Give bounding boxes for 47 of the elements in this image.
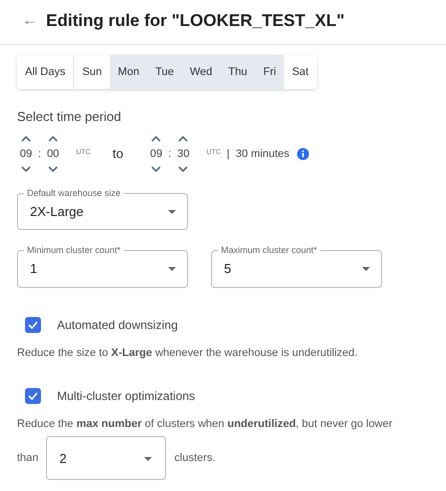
day-toggle[interactable]: Tue (147, 54, 182, 89)
text-label: than (17, 450, 38, 466)
to-label: to (112, 144, 124, 163)
description-text: Reduce the size to X-Large whenever the warehouse is underutilized. (17, 346, 358, 360)
dropdown-caret-icon (361, 266, 371, 272)
decrement-icon[interactable] (177, 164, 190, 172)
min-clusters-select[interactable]: 2 (46, 436, 166, 480)
dropdown-caret-icon (143, 456, 154, 462)
decrement-icon[interactable] (20, 164, 32, 172)
checkmark-icon (28, 392, 38, 400)
day-toggle[interactable]: Fri (255, 54, 284, 89)
decrement-icon[interactable] (47, 164, 60, 172)
checkbox[interactable] (25, 316, 41, 332)
info-icon[interactable] (297, 148, 310, 160)
increment-icon[interactable] (20, 134, 32, 142)
duration-label: 30 minutes (236, 146, 290, 162)
back-button[interactable]: ← (22, 8, 38, 33)
text-label: clusters. (174, 450, 216, 466)
cluster-count-select[interactable]: Minimum cluster count* 1 (17, 246, 188, 288)
day-toggle[interactable]: All Days (17, 54, 74, 89)
option-label: Multi-cluster optimizations (57, 388, 196, 405)
page-title: Editing rule for "LOOKER_TEST_XL" (46, 10, 345, 32)
hour-value[interactable]: 09 (20, 142, 32, 164)
option-label: Automated downsizing (57, 316, 178, 334)
checkbox[interactable] (25, 388, 41, 404)
increment-icon[interactable] (47, 134, 60, 142)
cluster-count-select[interactable]: Maximum cluster count* 5 (211, 246, 382, 288)
minute-value[interactable]: 00 (46, 142, 60, 164)
checkmark-icon (28, 320, 38, 328)
dropdown-caret-icon (167, 266, 177, 272)
hour-value[interactable]: 09 (150, 142, 162, 164)
minute-value[interactable]: 30 (177, 142, 190, 164)
divider-label: | (226, 146, 230, 162)
time-separator: : (168, 146, 172, 162)
description-text: Reduce the max number of clusters when underutilized, but never go lower (17, 416, 392, 432)
increment-icon[interactable] (150, 134, 162, 142)
decrement-icon[interactable] (150, 164, 162, 172)
warehouse-size-select[interactable]: Default warehouse size 2X-Large (17, 188, 188, 230)
day-toggle[interactable]: Sat (284, 54, 317, 89)
day-toggle[interactable]: Wed (182, 54, 220, 89)
day-toggle[interactable]: Thu (220, 54, 256, 89)
day-toggle[interactable]: Sun (74, 54, 110, 89)
increment-icon[interactable] (177, 134, 190, 142)
section-label: Select time period (17, 108, 122, 126)
day-toggle[interactable]: Mon (110, 54, 148, 89)
dropdown-caret-icon (167, 209, 177, 216)
time-separator: : (38, 146, 42, 162)
